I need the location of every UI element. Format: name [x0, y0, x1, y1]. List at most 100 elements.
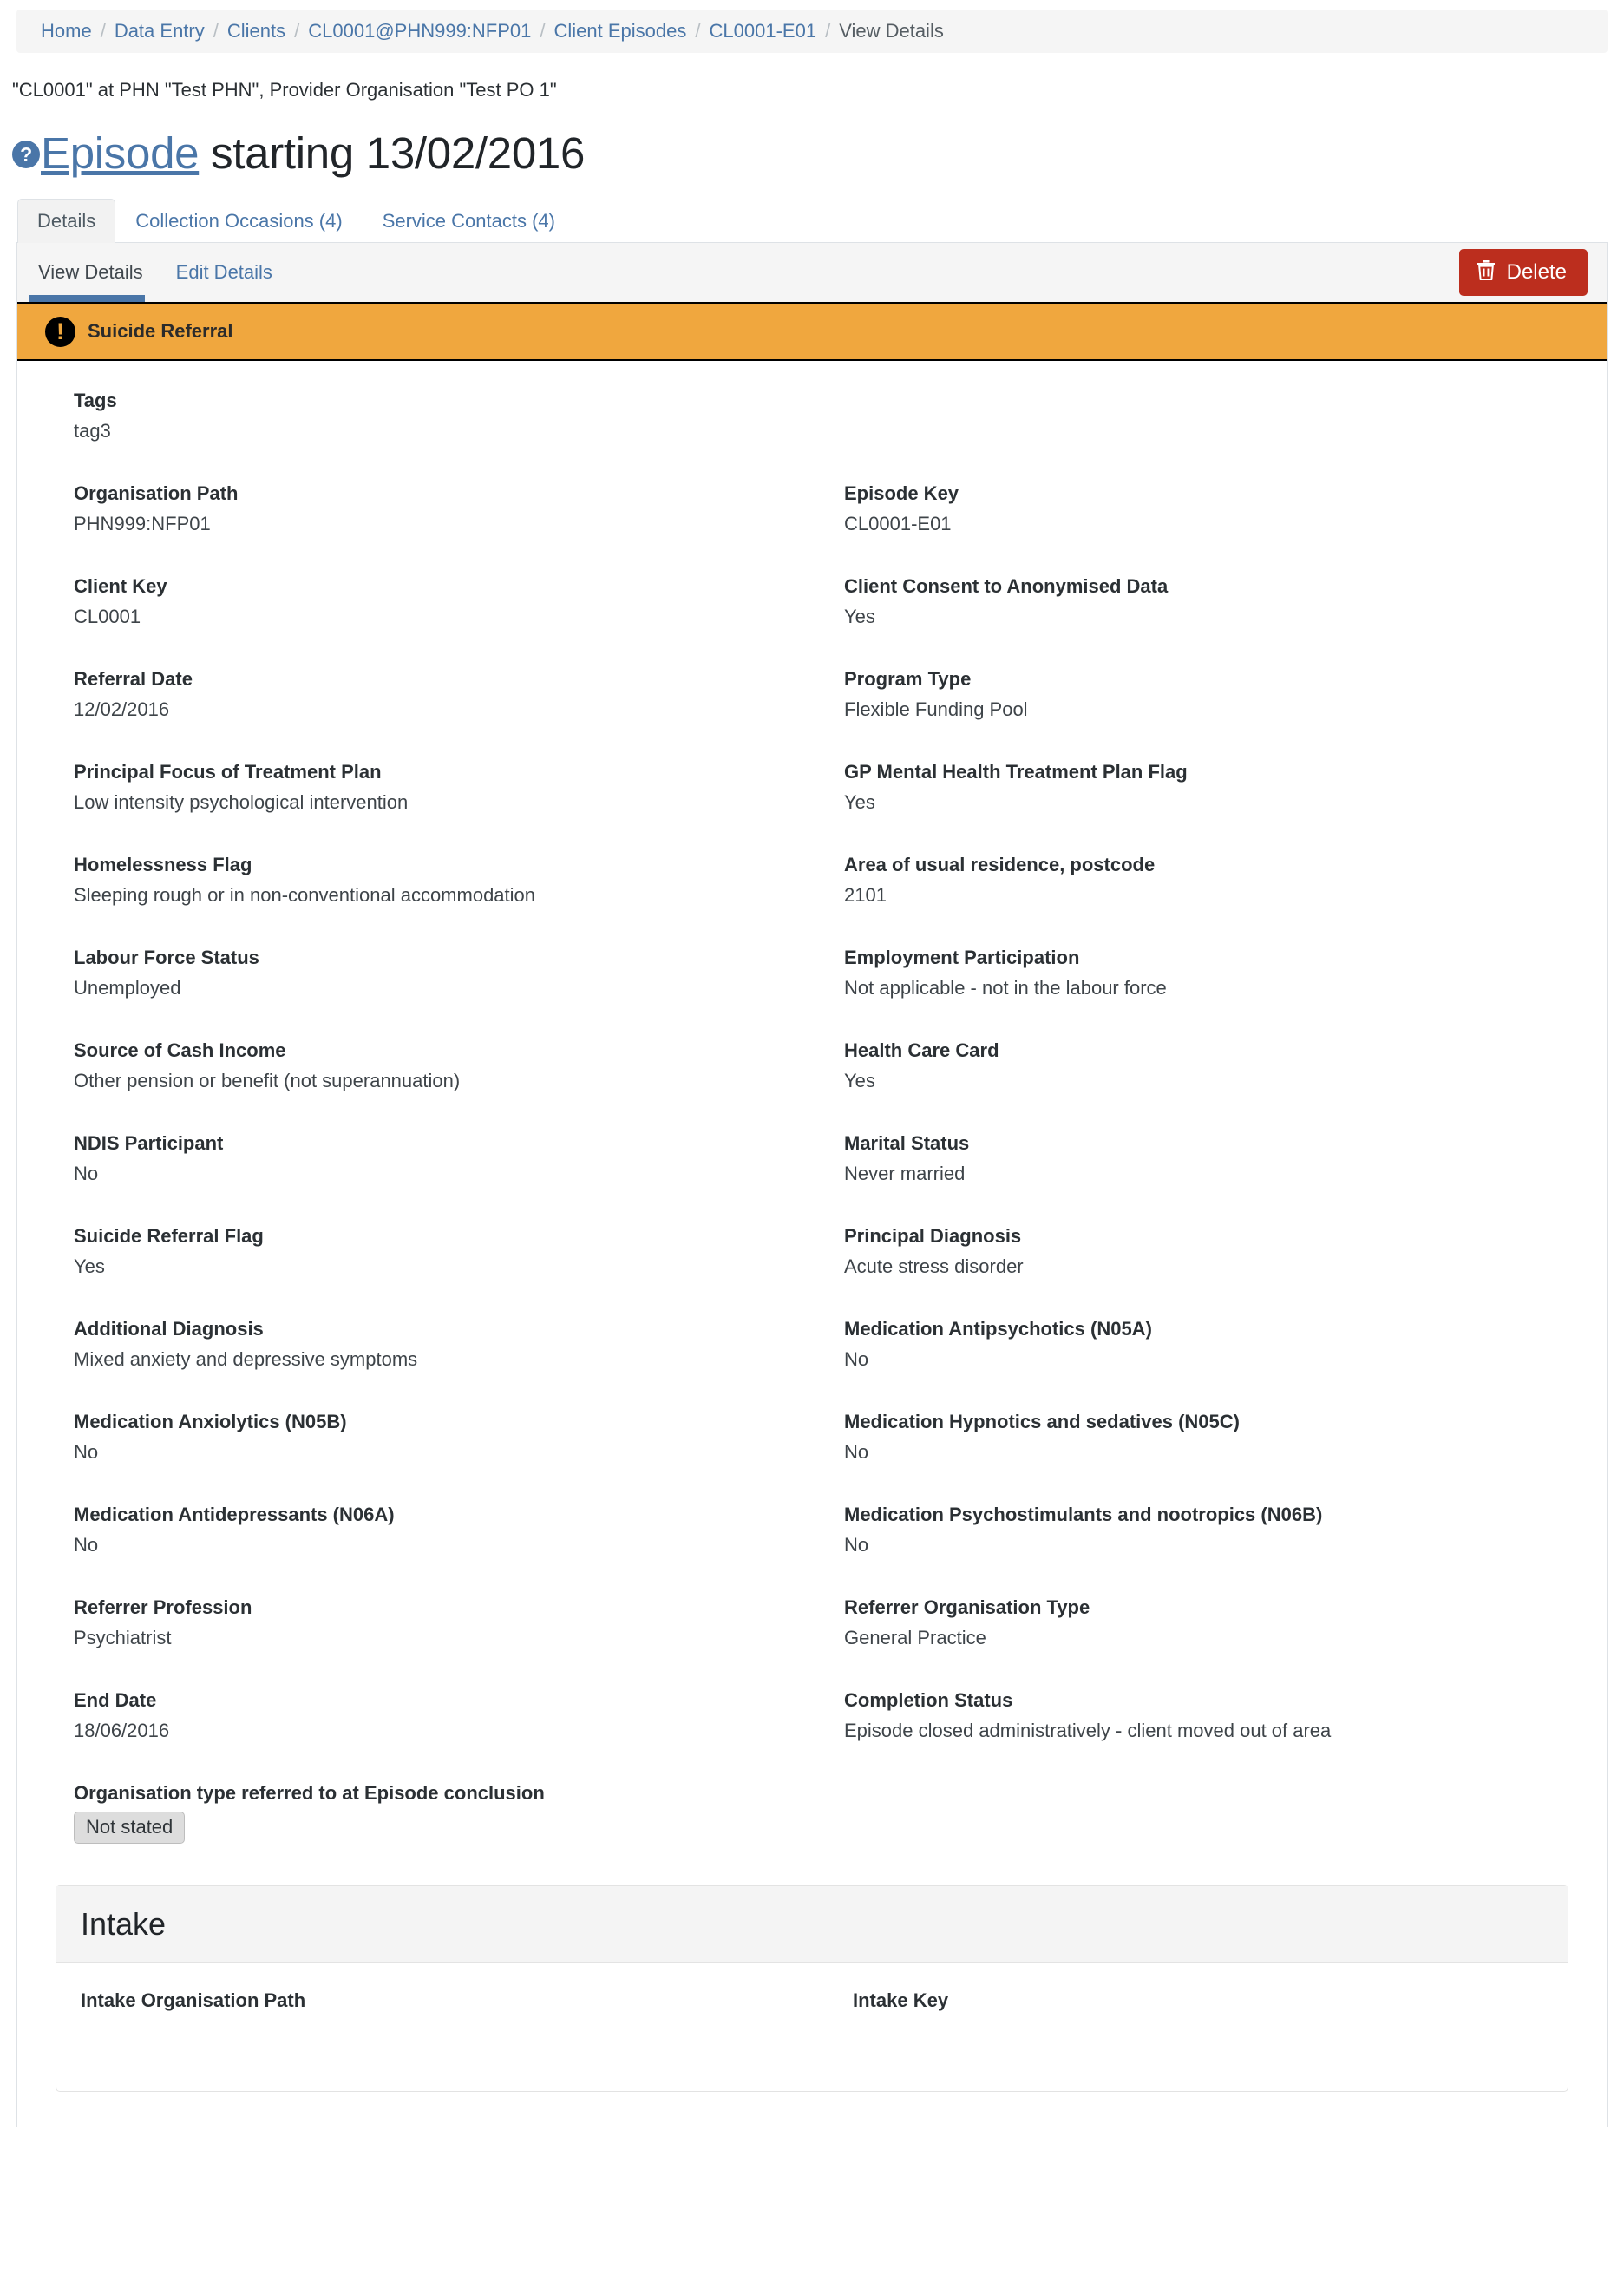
page-title-rest: starting 13/02/2016 — [199, 128, 586, 178]
field-label: GP Mental Health Treatment Plan Flag — [844, 761, 1188, 783]
field-value: 12/02/2016 — [74, 698, 170, 720]
field-homelessness-flag: Homelessness Flag Sleeping rough or in no… — [74, 853, 844, 907]
details-panel: View Details Edit Details Delete ! Suicid… — [16, 243, 1608, 2128]
field-label: Medication Antipsychotics (N05A) — [844, 1318, 1152, 1340]
field-additional-diagnosis: Additional Diagnosis Mixed anxiety and de… — [74, 1317, 844, 1371]
field-referrer-organisation-type: Referrer Organisation Type General Practi… — [844, 1596, 1607, 1649]
field-area-of-usual-residence-postcode: Area of usual residence, postcode 2101 — [844, 853, 1607, 907]
field-labour-force-status: Labour Force Status Unemployed — [74, 946, 844, 999]
field-label: Source of Cash Income — [74, 1039, 286, 1062]
field-value: No — [74, 1533, 99, 1556]
field-value: 18/06/2016 — [74, 1719, 170, 1741]
field-value: Episode closed administratively - client… — [844, 1719, 1332, 1741]
breadcrumb-item-2[interactable]: Data Entry — [115, 20, 205, 42]
field-referral-date: Referral Date 12/02/2016 — [74, 667, 844, 721]
field-medication-antidepressants-n06a: Medication Antidepressants (N06A) No — [74, 1503, 844, 1556]
field-label: Tags — [74, 390, 117, 412]
trash-icon — [1477, 259, 1496, 285]
field-employment-participation: Employment Participation Not applicable -… — [844, 946, 1607, 999]
field-value: Low intensity psychological intervention — [74, 790, 409, 813]
breadcrumb-separator: / — [294, 20, 300, 42]
intake-card-header: Intake — [56, 1885, 1568, 1963]
field-label: Marital Status — [844, 1132, 970, 1155]
field-value: No — [844, 1533, 869, 1556]
field-label: Health Care Card — [844, 1039, 999, 1062]
breadcrumb-item-6[interactable]: CL0001-E01 — [710, 20, 817, 42]
episode-help-link[interactable]: Episode — [41, 128, 200, 178]
field-health-care-card: Health Care Card Yes — [844, 1039, 1607, 1092]
field-label: Completion Status — [844, 1689, 1013, 1712]
help-icon[interactable]: ? — [12, 141, 40, 168]
field-value — [81, 2018, 835, 2041]
breadcrumb: Home / Data Entry / Clients / CL0001@PHN999:NF… — [16, 10, 1608, 53]
field-value: CL0001-E01 — [844, 512, 952, 534]
field-label: Medication Hypnotics and sedatives (N05C… — [844, 1411, 1240, 1433]
breadcrumb-item-1[interactable]: Home — [41, 20, 92, 42]
field-value: Sleeping rough or in non-conventional ac… — [74, 883, 536, 906]
breadcrumb-item-4[interactable]: CL0001@PHN999:NFP01 — [308, 20, 531, 42]
intake-card-title: Intake — [81, 1905, 167, 1942]
field-client-key: Client Key CL0001 — [74, 574, 844, 628]
breadcrumb-separator: / — [540, 20, 546, 42]
breadcrumb-separator: / — [100, 20, 106, 42]
field-principal-diagnosis: Principal Diagnosis Acute stress disorder — [844, 1224, 1607, 1278]
field-label: Principal Diagnosis — [844, 1225, 1022, 1248]
breadcrumb-separator: / — [825, 20, 831, 42]
page-title: ? Episode starting 13/02/2016 — [12, 128, 1624, 178]
field-value — [853, 2018, 1550, 2041]
field-label: End Date — [74, 1689, 157, 1712]
delete-button-label: Delete — [1506, 259, 1567, 284]
field-label: Medication Psychostimulants and nootropi… — [844, 1504, 1323, 1526]
field-client-consent-to-anonymised-data: Client Consent to Anonymised Data Yes — [844, 574, 1607, 628]
field-gp-mental-health-treatment-plan-flag: GP Mental Health Treatment Plan Flag Yes — [844, 760, 1607, 814]
field-label: Episode Key — [844, 482, 959, 505]
status-badge: Not stated — [74, 1811, 186, 1844]
field-label: Organisation type referred to at Episode… — [74, 1782, 545, 1805]
field-value: No — [74, 1440, 99, 1463]
field-value: 2101 — [844, 883, 887, 906]
field-value: Other pension or benefit (not superannua… — [74, 1069, 461, 1091]
field-label: Labour Force Status — [74, 947, 259, 969]
field-label: Client Key — [74, 575, 167, 598]
field-value: No — [74, 1162, 99, 1184]
tab-collection-occasions-4[interactable]: Collection Occasions (4) — [115, 199, 362, 243]
field-value: Mixed anxiety and depressive symptoms — [74, 1347, 418, 1370]
intake-card-wrapper: Intake Intake Organisation Path Intake Ke… — [17, 1873, 1607, 2127]
field-episode-key: Episode Key CL0001-E01 — [844, 482, 1607, 535]
field-value: Yes — [844, 790, 875, 813]
field-intake-organisation-path: Intake Organisation Path — [81, 1989, 853, 2041]
field-label: Program Type — [844, 668, 972, 691]
tags-row: Tags tag3 — [17, 389, 1607, 482]
breadcrumb-item-5[interactable]: Client Episodes — [554, 20, 687, 42]
field-end-date: End Date 18/06/2016 — [74, 1688, 844, 1742]
field-suicide-referral-flag: Suicide Referral Flag Yes — [74, 1224, 844, 1278]
breadcrumb-separator: / — [213, 20, 219, 42]
subnav-item-view-details[interactable]: View Details — [29, 263, 152, 282]
main-tabs: Details Collection Occasions (4) Service C… — [16, 199, 1608, 244]
field-value: tag3 — [74, 419, 111, 442]
field-medication-antipsychotics-n05a: Medication Antipsychotics (N05A) No — [844, 1317, 1607, 1371]
field-organisation-type-referred: Organisation type referred to at Episode… — [74, 1781, 1607, 1844]
field-value: Never married — [844, 1162, 966, 1184]
detail-body: Tags tag3 Organisation Path PHN999:NFP01 E… — [17, 361, 1607, 1873]
delete-button[interactable]: Delete — [1458, 249, 1588, 297]
field-completion-status: Completion Status Episode closed administ… — [844, 1688, 1607, 1742]
field-value: Unemployed — [74, 976, 181, 999]
tab-details[interactable]: Details — [17, 199, 116, 244]
field-label: Suicide Referral Flag — [74, 1225, 264, 1248]
conclusion-row: Organisation type referred to at Episode… — [17, 1781, 1607, 1844]
field-ndis-participant: NDIS Participant No — [74, 1131, 844, 1185]
field-program-type: Program Type Flexible Funding Pool — [844, 667, 1607, 721]
tab-service-contacts-4[interactable]: Service Contacts (4) — [363, 199, 575, 243]
breadcrumb-item-3[interactable]: Clients — [227, 20, 285, 42]
field-label: Intake Organisation Path — [81, 1989, 306, 2011]
field-value: Psychiatrist — [74, 1626, 172, 1648]
field-label: Intake Key — [853, 1989, 949, 2011]
subnav-item-edit-details[interactable]: Edit Details — [167, 263, 281, 282]
field-tags: Tags tag3 — [74, 389, 1607, 442]
field-value: CL0001 — [74, 605, 141, 627]
field-value: Not applicable - not in the labour force — [844, 976, 1167, 999]
field-value: Yes — [844, 1069, 875, 1091]
alert-text: Suicide Referral — [88, 320, 233, 343]
field-value: PHN999:NFP01 — [74, 512, 211, 534]
